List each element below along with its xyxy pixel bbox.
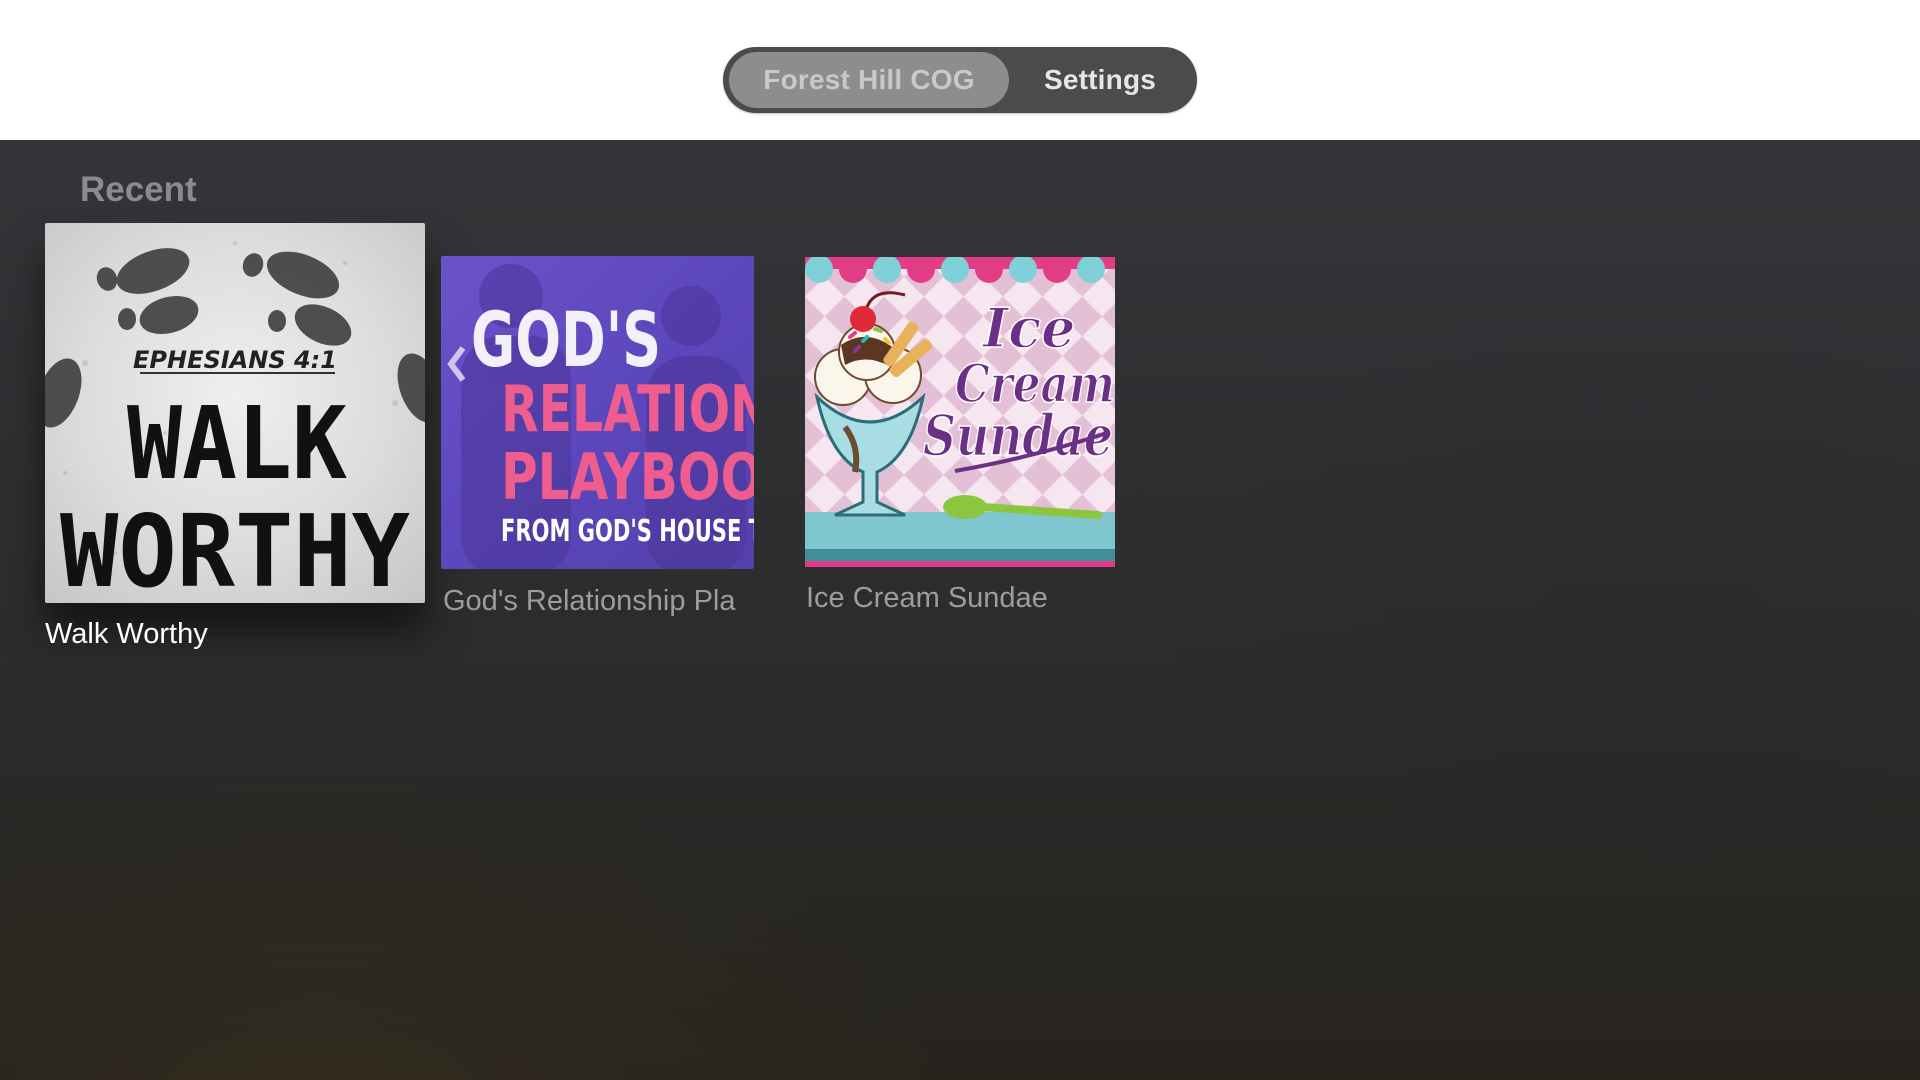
tab-settings[interactable]: Settings <box>1009 52 1191 108</box>
recent-item-caption: Walk Worthy <box>45 618 208 650</box>
art-title-line-2: RELATION <box>501 373 754 447</box>
section-title-recent: Recent <box>80 170 197 209</box>
artwork-gods-relationship[interactable]: GOD'S RELATION PLAYBOO FROM GOD'S HOUSE … <box>441 256 754 569</box>
art-title-line-4: FROM GOD'S HOUSE T <box>501 514 754 549</box>
artwork-ice-cream-sundae[interactable]: Ice Cream Sundae <box>805 257 1115 567</box>
art-subtitle: EPHESIANS 4:1 <box>133 346 337 374</box>
tab-bar: Forest Hill COG Settings <box>723 47 1197 113</box>
chevron-left-icon <box>447 346 466 382</box>
tab-forest-hill-cog[interactable]: Forest Hill COG <box>729 52 1009 108</box>
gods-relationship-art: GOD'S RELATION PLAYBOO FROM GOD'S HOUSE … <box>447 264 754 569</box>
art-title-line-1: Ice <box>981 296 1076 360</box>
recent-item-caption: Ice Cream Sundae <box>806 582 1048 614</box>
ice-cream-sundae-art: Ice Cream Sundae <box>805 257 1115 567</box>
main-content: Recent EPHESIANS 4:1 WALK WORTHY Walk Wo… <box>0 140 1920 1080</box>
art-title-line-1: GOD'S <box>471 295 661 384</box>
art-title-line-2: WORTHY <box>60 493 410 603</box>
recent-item-caption: God's Relationship Pla <box>443 585 736 617</box>
art-title-line-3: PLAYBOO <box>501 441 754 515</box>
artwork-walk-worthy[interactable]: EPHESIANS 4:1 WALK WORTHY <box>45 223 425 603</box>
walk-worthy-art: EPHESIANS 4:1 WALK WORTHY <box>45 241 425 603</box>
top-bar: Forest Hill COG Settings <box>0 0 1920 140</box>
art-title-line-1: WALK <box>127 385 347 502</box>
